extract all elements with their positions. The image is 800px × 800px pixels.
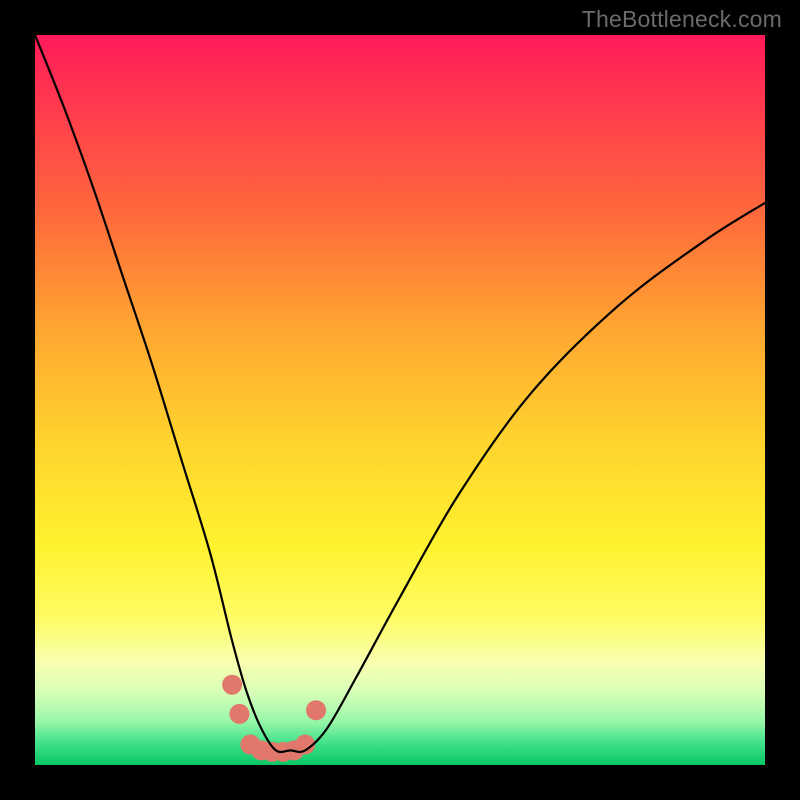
bottleneck-curve: [35, 35, 765, 752]
chart-svg: [35, 35, 765, 765]
marker-dot: [229, 704, 249, 724]
plot-area: [35, 35, 765, 765]
watermark-text: TheBottleneck.com: [582, 6, 782, 33]
marker-dot: [306, 700, 326, 720]
marker-dot: [222, 675, 242, 695]
